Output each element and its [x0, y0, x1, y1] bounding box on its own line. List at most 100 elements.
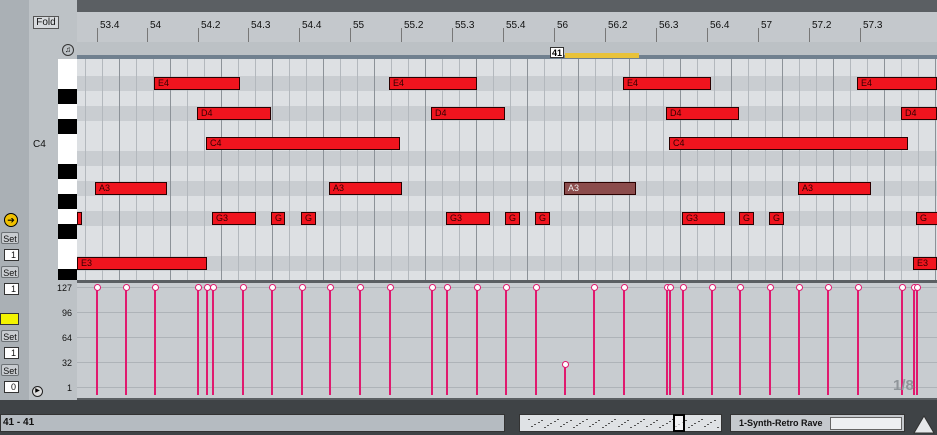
- midi-note[interactable]: G3: [446, 212, 490, 225]
- velocity-handle[interactable]: [474, 284, 481, 291]
- velocity-editor[interactable]: [77, 283, 937, 398]
- velocity-handle[interactable]: [621, 284, 628, 291]
- velocity-handle[interactable]: [562, 360, 569, 368]
- black-key[interactable]: [58, 164, 77, 179]
- velocity-stem[interactable]: [798, 287, 800, 395]
- velocity-stem[interactable]: [623, 287, 625, 395]
- velocity-stem[interactable]: [242, 287, 244, 395]
- velocity-handle[interactable]: [269, 284, 276, 291]
- velocity-handle[interactable]: [299, 284, 306, 291]
- midi-note[interactable]: C4: [206, 137, 400, 150]
- midi-note[interactable]: A3: [564, 182, 636, 195]
- velocity-handle[interactable]: [533, 284, 540, 291]
- midi-note[interactable]: E4: [154, 77, 240, 90]
- velocity-handle[interactable]: [796, 284, 803, 291]
- value-field-3[interactable]: 1: [4, 347, 19, 359]
- midi-note[interactable]: D4: [901, 107, 937, 120]
- black-key[interactable]: [58, 224, 77, 239]
- velocity-stem[interactable]: [669, 287, 671, 395]
- velocity-handle[interactable]: [94, 284, 101, 291]
- velocity-stem[interactable]: [666, 287, 668, 395]
- value-field-2[interactable]: 1: [4, 283, 19, 295]
- black-key[interactable]: [58, 269, 77, 280]
- velocity-stem[interactable]: [593, 287, 595, 395]
- midi-note[interactable]: [77, 212, 82, 225]
- warning-icon[interactable]: [913, 414, 935, 434]
- velocity-handle[interactable]: [825, 284, 832, 291]
- velocity-handle[interactable]: [327, 284, 334, 291]
- velocity-handle[interactable]: [591, 284, 598, 291]
- velocity-stem[interactable]: [206, 287, 208, 395]
- overview-window[interactable]: [673, 414, 685, 432]
- velocity-stem[interactable]: [739, 287, 741, 395]
- velocity-handle[interactable]: [899, 284, 906, 291]
- velocity-handle[interactable]: [709, 284, 716, 291]
- midi-note[interactable]: E4: [389, 77, 477, 90]
- midi-note[interactable]: E4: [623, 77, 711, 90]
- set-button-2[interactable]: Set: [1, 266, 19, 278]
- midi-note[interactable]: D4: [197, 107, 271, 120]
- midi-note[interactable]: G: [301, 212, 316, 225]
- velocity-stem[interactable]: [359, 287, 361, 395]
- set-button-3[interactable]: Set: [1, 330, 19, 342]
- velocity-stem[interactable]: [431, 287, 433, 395]
- velocity-handle[interactable]: [680, 284, 687, 291]
- velocity-stem[interactable]: [212, 287, 214, 395]
- velocity-handle[interactable]: [767, 284, 774, 291]
- velocity-stem[interactable]: [857, 287, 859, 395]
- velocity-stem[interactable]: [476, 287, 478, 395]
- set-button-1[interactable]: Set: [1, 232, 19, 244]
- velocity-handle[interactable]: [210, 284, 217, 291]
- velocity-handle[interactable]: [914, 284, 921, 291]
- velocity-handle[interactable]: [387, 284, 394, 291]
- velocity-stem[interactable]: [827, 287, 829, 395]
- velocity-handle[interactable]: [737, 284, 744, 291]
- velocity-handle[interactable]: [152, 284, 159, 291]
- midi-note[interactable]: G: [916, 212, 937, 225]
- velocity-stem[interactable]: [535, 287, 537, 395]
- velocity-handle[interactable]: [240, 284, 247, 291]
- velocity-handle[interactable]: [357, 284, 364, 291]
- value-field-4[interactable]: 0: [4, 381, 19, 393]
- velocity-stem[interactable]: [301, 287, 303, 395]
- velocity-stem[interactable]: [505, 287, 507, 395]
- velocity-stem[interactable]: [271, 287, 273, 395]
- midi-note[interactable]: G: [769, 212, 784, 225]
- midi-note[interactable]: C4: [669, 137, 908, 150]
- black-key[interactable]: [58, 194, 77, 209]
- velocity-handle[interactable]: [429, 284, 436, 291]
- set-button-4[interactable]: Set: [1, 364, 19, 376]
- beat-time-ruler[interactable]: 53.4 54 54.2 54.3 54.4 55 55.2 55.3 55.4 56 56.2 56…: [77, 12, 937, 43]
- velocity-stem[interactable]: [389, 287, 391, 395]
- midi-note[interactable]: A3: [95, 182, 167, 195]
- note-grid[interactable]: E4 E4 E4 E4 D4 D4 D4 D4 C4 C4 A3 A3 A3 A3 G3 G G G3 G G G3 G G…: [77, 59, 937, 280]
- velocity-stem[interactable]: [711, 287, 713, 395]
- midi-note[interactable]: D4: [666, 107, 739, 120]
- velocity-handle[interactable]: [123, 284, 130, 291]
- clip-overview[interactable]: [519, 414, 722, 432]
- velocity-stem[interactable]: [329, 287, 331, 395]
- velocity-handle[interactable]: [444, 284, 451, 291]
- midi-note[interactable]: A3: [329, 182, 402, 195]
- velocity-stem[interactable]: [96, 287, 98, 395]
- velocity-stem[interactable]: [564, 363, 566, 395]
- midi-note[interactable]: G: [271, 212, 285, 225]
- yellow-field[interactable]: [0, 313, 19, 325]
- velocity-stem[interactable]: [197, 287, 199, 395]
- velocity-handle[interactable]: [195, 284, 202, 291]
- follow-arrow-icon[interactable]: ➔: [4, 213, 18, 227]
- velocity-stem[interactable]: [446, 287, 448, 395]
- midi-note[interactable]: G: [535, 212, 550, 225]
- midi-note[interactable]: E3: [913, 257, 937, 270]
- preview-headphone-icon[interactable]: ♫: [62, 44, 74, 56]
- velocity-stem[interactable]: [916, 287, 918, 395]
- velocity-handle[interactable]: [855, 284, 862, 291]
- velocity-handle[interactable]: [667, 284, 674, 291]
- midi-note[interactable]: G3: [212, 212, 256, 225]
- velocity-stem[interactable]: [154, 287, 156, 395]
- piano-keyboard[interactable]: [58, 59, 77, 280]
- play-icon[interactable]: ▶: [32, 386, 43, 397]
- fold-button[interactable]: Fold: [33, 16, 59, 29]
- midi-note[interactable]: A3: [798, 182, 871, 195]
- midi-note[interactable]: G: [505, 212, 520, 225]
